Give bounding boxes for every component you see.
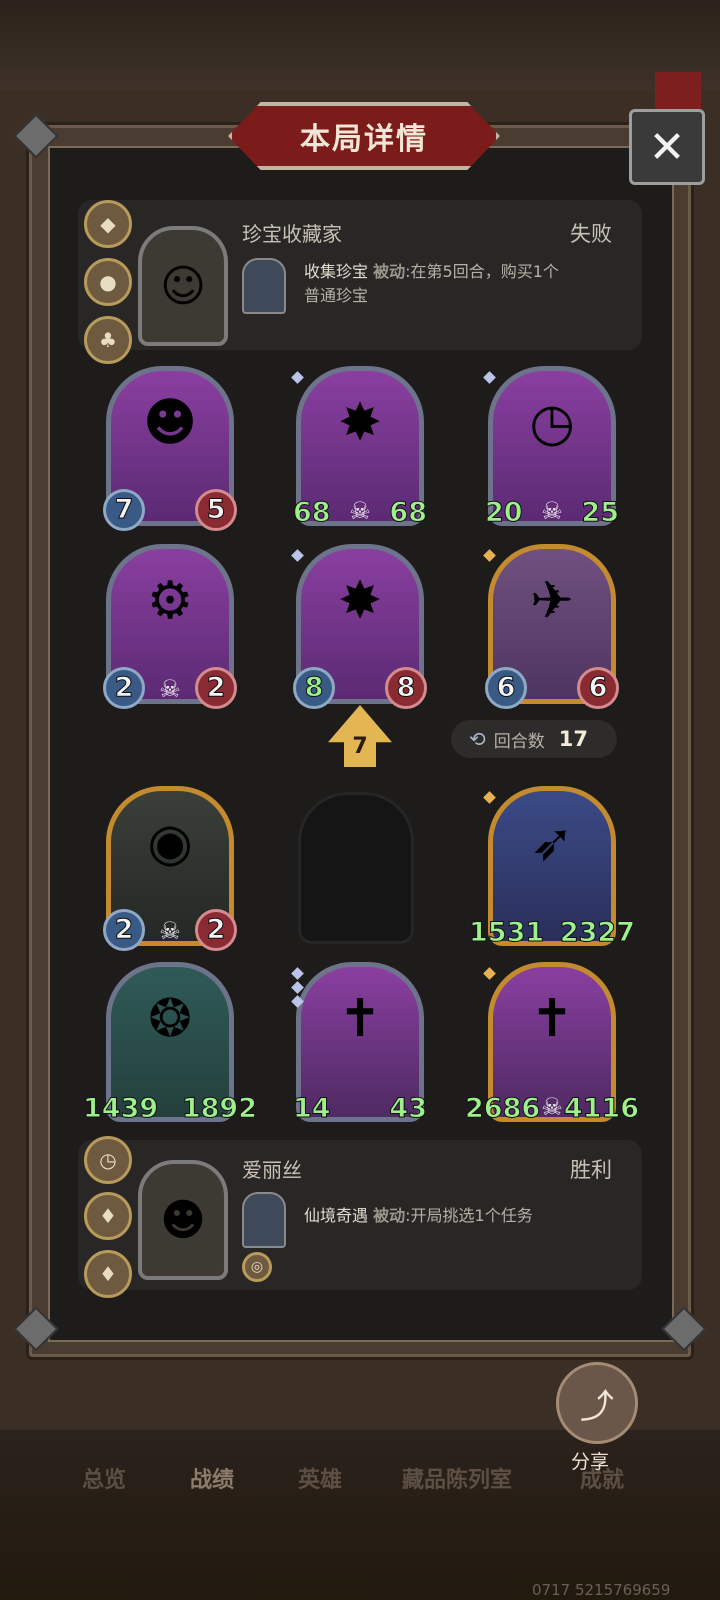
title-banner: 本局详情	[228, 102, 500, 170]
turns-label: 回合数	[493, 731, 545, 752]
health-stat: 8	[385, 667, 427, 709]
opponent-minion[interactable]: ⚙ ☠ 2 2	[103, 544, 237, 709]
pumpkin-bomb-icon: ☻	[142, 393, 198, 453]
opponent-portrait[interactable]: ☺	[138, 226, 228, 346]
player-name: 爱丽丝	[242, 1158, 302, 1182]
cannon-icon: ✸	[338, 571, 382, 631]
attack-stat: 6	[485, 667, 527, 709]
opponent-card: ◆ ● ♣ ☺ 珍宝收藏家 失败 收集珍宝 被动:在第5回合，购买1个 普通珍宝	[78, 200, 642, 364]
sorceress-icon: ❂	[148, 989, 192, 1049]
skill-type: 被动	[373, 1206, 406, 1225]
tab-overview[interactable]: 总览	[82, 1462, 126, 1494]
attack-stat: 7	[103, 489, 145, 531]
health-stat: 1892	[181, 1093, 257, 1125]
player-minion[interactable]: ➶ 1531 2327	[468, 786, 636, 949]
treasure-token-icon[interactable]: ◆	[84, 200, 132, 248]
cannon-icon: ✸	[338, 393, 382, 453]
skill-name: 仙境奇遇	[304, 1206, 369, 1225]
attack-stat: 20	[485, 497, 524, 529]
archer-icon: ➶	[530, 813, 574, 873]
skill-icon[interactable]	[242, 1192, 286, 1248]
health-stat: 68	[389, 497, 428, 529]
opponent-minion[interactable]: ◷ ☠ 20 25	[483, 366, 619, 529]
tab-heroes[interactable]: 英雄	[298, 1462, 342, 1494]
gold-coin-icon: ◎	[242, 1252, 272, 1282]
skill-name: 收集珍宝	[304, 262, 369, 281]
skill-desc: :开局挑选1个任务	[405, 1206, 533, 1225]
user-id: 0717 5215769659	[532, 1581, 671, 1599]
health-stat: 2	[195, 909, 237, 951]
player-result: 胜利	[570, 1158, 612, 1182]
opponent-skill: 收集珍宝 被动:在第5回合，购买1个 普通珍宝	[304, 260, 634, 308]
skull-icon: ☠	[541, 1093, 563, 1121]
close-icon: ✕	[648, 121, 686, 173]
treasure-token-icon[interactable]: ♣	[84, 316, 132, 364]
share-button[interactable]: ⤴	[556, 1362, 638, 1444]
skill-desc-line2: 普通珍宝	[304, 286, 369, 305]
crystal-token-icon[interactable]: ♦	[84, 1250, 132, 1298]
treasure-token-icon[interactable]: ●	[84, 258, 132, 306]
share-icon: ⤴	[580, 1386, 614, 1427]
airship-icon: ✈	[530, 571, 574, 631]
attack-stat: 1439	[82, 1093, 159, 1125]
attack-stat: 2686	[464, 1093, 541, 1125]
player-minion[interactable]: ◉ ☠ 2 2	[103, 786, 237, 951]
health-stat: 2327	[559, 917, 635, 949]
health-stat: 4116	[563, 1093, 639, 1125]
skill-icon[interactable]	[242, 258, 286, 314]
opponent-minion[interactable]: ✈ 6 6	[483, 544, 619, 709]
robot-icon: ⚙	[146, 571, 194, 631]
skill-desc: :在第5回合，购买1个	[405, 262, 559, 281]
tab-collection[interactable]: 藏品陈列室	[402, 1462, 512, 1494]
nun-icon: ✝	[338, 989, 382, 1049]
background-top	[0, 0, 720, 90]
pocket-watch-icon[interactable]: ◷	[84, 1136, 132, 1184]
attack-stat: 68	[293, 497, 332, 529]
health-stat: 25	[581, 497, 620, 529]
attack-stat: 14	[293, 1093, 332, 1125]
stone-golem-icon: ◉	[147, 813, 193, 873]
attack-stat: 2	[103, 667, 145, 709]
skill-type: 被动	[373, 262, 406, 281]
player-minion[interactable]: ✝ 14 43	[291, 962, 427, 1125]
health-stat: 5	[195, 489, 237, 531]
opponent-name: 珍宝收藏家	[242, 222, 342, 246]
player-minion[interactable]: ❂ 1439 1892	[82, 962, 258, 1125]
clock-icon: ◷	[529, 393, 575, 453]
skull-icon: ☠	[159, 917, 181, 945]
attack-stat: 2	[103, 909, 145, 951]
bottom-tab-bar	[0, 1430, 720, 1600]
tab-records[interactable]: 战绩	[190, 1462, 234, 1494]
opponent-minion[interactable]: ☻ 7 5	[103, 366, 237, 531]
skull-icon: ☠	[349, 497, 371, 525]
player-portrait[interactable]: ☻	[138, 1160, 228, 1280]
player-skill: 仙境奇遇 被动:开局挑选1个任务	[304, 1204, 634, 1228]
health-stat: 6	[577, 667, 619, 709]
crystal-token-icon[interactable]: ♦	[84, 1192, 132, 1240]
share-label: 分享	[571, 1451, 610, 1473]
page-title: 本局详情	[300, 122, 428, 157]
empty-slot	[298, 792, 414, 944]
attack-stat: 1531	[468, 917, 545, 949]
opponent-result: 失败	[570, 222, 612, 246]
turn-counter: ⟲ 回合数 17	[451, 720, 617, 758]
turns-value: 17	[558, 727, 588, 751]
player-card: ◷ ♦ ♦ ☻ 爱丽丝 胜利 ◎ 仙境奇遇 被动:开局挑选1个任务	[78, 1136, 642, 1298]
skull-icon: ☠	[541, 497, 563, 525]
attack-stat: 8	[293, 667, 335, 709]
nun-icon: ✝	[530, 989, 574, 1049]
health-stat: 43	[389, 1093, 428, 1125]
level-value: 7	[352, 734, 368, 759]
player-minion[interactable]: ✝ ☠ 2686 4116	[464, 962, 640, 1125]
opponent-minion[interactable]: ✸ ☠ 68 68	[291, 366, 427, 529]
health-stat: 2	[195, 667, 237, 709]
close-button[interactable]: ✕	[629, 109, 705, 185]
ribbon-decoration	[655, 72, 701, 112]
opponent-minion[interactable]: ✸ 8 8	[291, 544, 427, 709]
skull-icon: ☠	[159, 675, 181, 703]
refresh-icon: ⟲	[469, 727, 486, 751]
